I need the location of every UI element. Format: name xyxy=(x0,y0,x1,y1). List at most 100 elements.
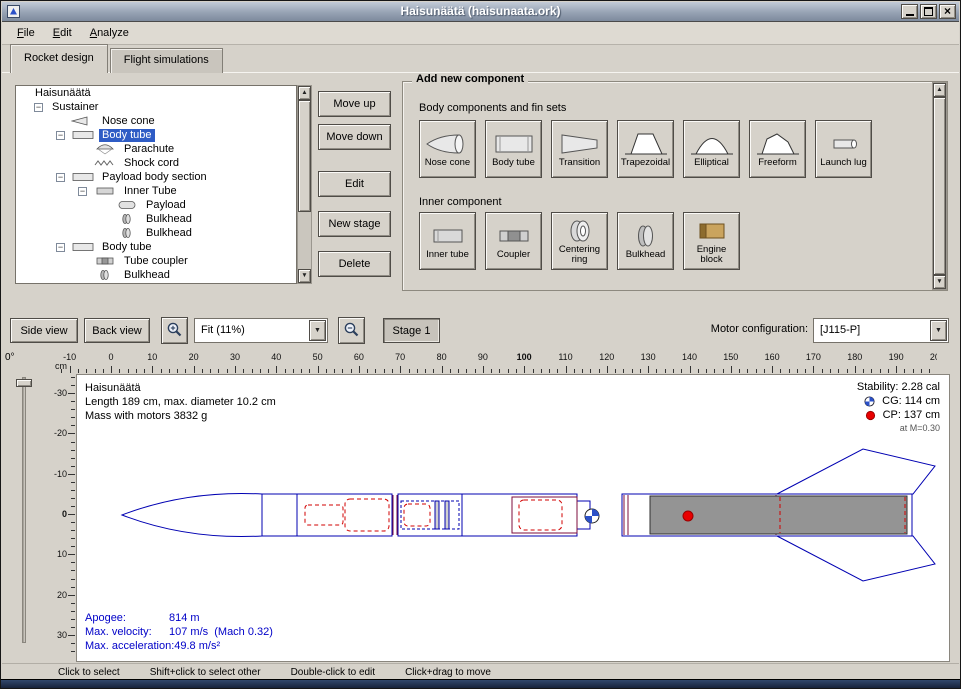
tree-expander[interactable]: − xyxy=(78,187,87,196)
tree-item-sustainer[interactable]: −Sustainer xyxy=(16,100,296,114)
add-elliptical-button[interactable]: Elliptical xyxy=(683,120,740,178)
ruler-tick xyxy=(68,514,75,515)
edit-button[interactable]: Edit xyxy=(318,171,391,197)
innertube-icon xyxy=(425,223,471,249)
tree-expander[interactable]: − xyxy=(56,243,65,252)
ruler-tick xyxy=(375,369,376,373)
body-tube-shape[interactable] xyxy=(262,494,392,536)
fin-bottom-shape[interactable] xyxy=(777,536,935,581)
ruler-tick xyxy=(243,369,244,373)
tree-item-tube-coupler[interactable]: Tube coupler xyxy=(16,254,296,268)
delete-button[interactable]: Delete xyxy=(318,251,391,277)
ruler-tick xyxy=(68,433,75,434)
menu-analyze[interactable]: Analyze xyxy=(81,24,138,42)
add-nose-cone-button[interactable]: Nose cone xyxy=(419,120,476,178)
back-view-button[interactable]: Back view xyxy=(84,318,150,343)
tree-expander[interactable]: − xyxy=(34,103,43,112)
tree-item-nose-cone[interactable]: Nose cone xyxy=(16,114,296,128)
menu-file[interactable]: File xyxy=(8,24,44,42)
component-tree[interactable]: Haisunäätä−SustainerNose cone−Body tubeP… xyxy=(15,85,297,284)
chevron-down-icon[interactable]: ▼ xyxy=(930,320,947,341)
titlebar[interactable]: Haisunäätä (haisunaata.ork) × xyxy=(2,2,959,22)
add-freeform-button[interactable]: Freeform xyxy=(749,120,806,178)
ruler-tick xyxy=(458,369,459,373)
ruler-label: 30 xyxy=(57,630,67,640)
rotation-slider-thumb[interactable] xyxy=(16,379,32,387)
add-component-title: Add new component xyxy=(412,73,528,85)
add-bulkhead-button[interactable]: Bulkhead xyxy=(617,212,674,270)
component-button-label: Nose cone xyxy=(425,158,470,168)
maximize-button[interactable] xyxy=(920,4,937,19)
horizontal-ruler: cm -100102030405060708090100110120130140… xyxy=(51,351,937,373)
add-panel-scrollbar[interactable]: ▲ ▼ xyxy=(932,82,947,290)
tree-item-shock-cord[interactable]: Shock cord xyxy=(16,156,296,170)
ruler-label: 150 xyxy=(723,352,738,362)
parachute-icon xyxy=(93,143,117,155)
add-body-tube-button[interactable]: Body tube xyxy=(485,120,542,178)
stage-1-toggle[interactable]: Stage 1 xyxy=(383,318,440,343)
side-view-button[interactable]: Side view xyxy=(10,318,78,343)
move-down-button[interactable]: Move down xyxy=(318,124,391,150)
stability-row: Stability:2.28 cal xyxy=(857,380,940,394)
scroll-up-button[interactable]: ▲ xyxy=(933,83,946,97)
rocket-canvas[interactable]: Haisunäätä Length 189 cm, max. diameter … xyxy=(76,374,950,662)
tree-item-payload-body-section[interactable]: −Payload body section xyxy=(16,170,296,184)
tree-item-parachute[interactable]: Parachute xyxy=(16,142,296,156)
ruler-tick xyxy=(260,369,261,373)
ruler-label: 130 xyxy=(641,352,656,362)
ruler-label: 160 xyxy=(765,352,780,362)
ruler-tick xyxy=(71,377,75,378)
add-launch-lug-button[interactable]: Launch lug xyxy=(815,120,872,178)
motor-configuration-select[interactable]: [J115-P] ▼ xyxy=(813,318,949,343)
tree-item-body-tube[interactable]: −Body tube xyxy=(16,240,296,254)
tab-flight-simulations[interactable]: Flight simulations xyxy=(110,48,223,73)
tree-expander[interactable]: − xyxy=(56,131,65,140)
close-button[interactable]: × xyxy=(939,4,956,19)
chevron-down-icon[interactable]: ▼ xyxy=(309,320,326,341)
add-trapezoidal-button[interactable]: Trapezoidal xyxy=(617,120,674,178)
scrollbar-thumb[interactable] xyxy=(298,100,311,212)
add-coupler-button[interactable]: Coupler xyxy=(485,212,542,270)
zoom-in-button[interactable] xyxy=(161,317,188,344)
tree-expander[interactable]: − xyxy=(56,173,65,182)
tree-item-body-tube[interactable]: −Body tube xyxy=(16,128,296,142)
ruler-tick xyxy=(863,369,864,373)
bodytube-icon xyxy=(71,241,95,253)
tree-scrollbar[interactable]: ▲ ▼ xyxy=(297,85,312,284)
scroll-up-button[interactable]: ▲ xyxy=(298,86,311,100)
tree-item-payload[interactable]: Payload xyxy=(16,198,296,212)
ruler-tick xyxy=(681,369,682,373)
tree-item-label: Tube coupler xyxy=(121,255,191,268)
scrollbar-thumb[interactable] xyxy=(933,97,946,275)
motor-configuration-label: Motor configuration: xyxy=(656,323,808,335)
add-transition-button[interactable]: Transition xyxy=(551,120,608,178)
nose-cone-shape[interactable] xyxy=(122,493,262,536)
move-up-button[interactable]: Move up xyxy=(318,91,391,117)
add-engine-block-button[interactable]: Engine block xyxy=(683,212,740,270)
tree-item-haisun-t[interactable]: Haisunäätä xyxy=(16,86,296,100)
ruler-tick xyxy=(433,369,434,373)
scroll-down-button[interactable]: ▼ xyxy=(933,275,946,289)
add-inner-tube-button[interactable]: Inner tube xyxy=(419,212,476,270)
zoom-out-button[interactable] xyxy=(338,317,365,344)
tree-action-buttons: Move up Move down Edit New stage Delete xyxy=(318,91,391,277)
menubar: FileEditAnalyze xyxy=(2,22,959,45)
rotation-slider[interactable] xyxy=(22,377,26,643)
new-stage-button[interactable]: New stage xyxy=(318,211,391,237)
ruler-tick xyxy=(235,366,236,373)
tree-item-bulkhead[interactable]: Bulkhead xyxy=(16,212,296,226)
minimize-button[interactable] xyxy=(901,4,918,19)
tree-item-bulkhead[interactable]: Bulkhead xyxy=(16,268,296,282)
ruler-tick xyxy=(293,369,294,373)
tree-item-bulkhead[interactable]: Bulkhead xyxy=(16,226,296,240)
tree-item-inner-tube[interactable]: −Inner Tube xyxy=(16,184,296,198)
fin-top-shape[interactable] xyxy=(777,449,935,494)
menu-edit[interactable]: Edit xyxy=(44,24,81,42)
tab-rocket-design[interactable]: Rocket design xyxy=(10,44,108,73)
scroll-down-button[interactable]: ▼ xyxy=(298,269,311,283)
ruler-tick xyxy=(71,401,75,402)
zoom-select[interactable]: Fit (11%) ▼ xyxy=(194,318,328,343)
ruler-tick xyxy=(210,369,211,373)
add-centering-ring-button[interactable]: Centering ring xyxy=(551,212,608,270)
ruler-tick xyxy=(516,369,517,373)
